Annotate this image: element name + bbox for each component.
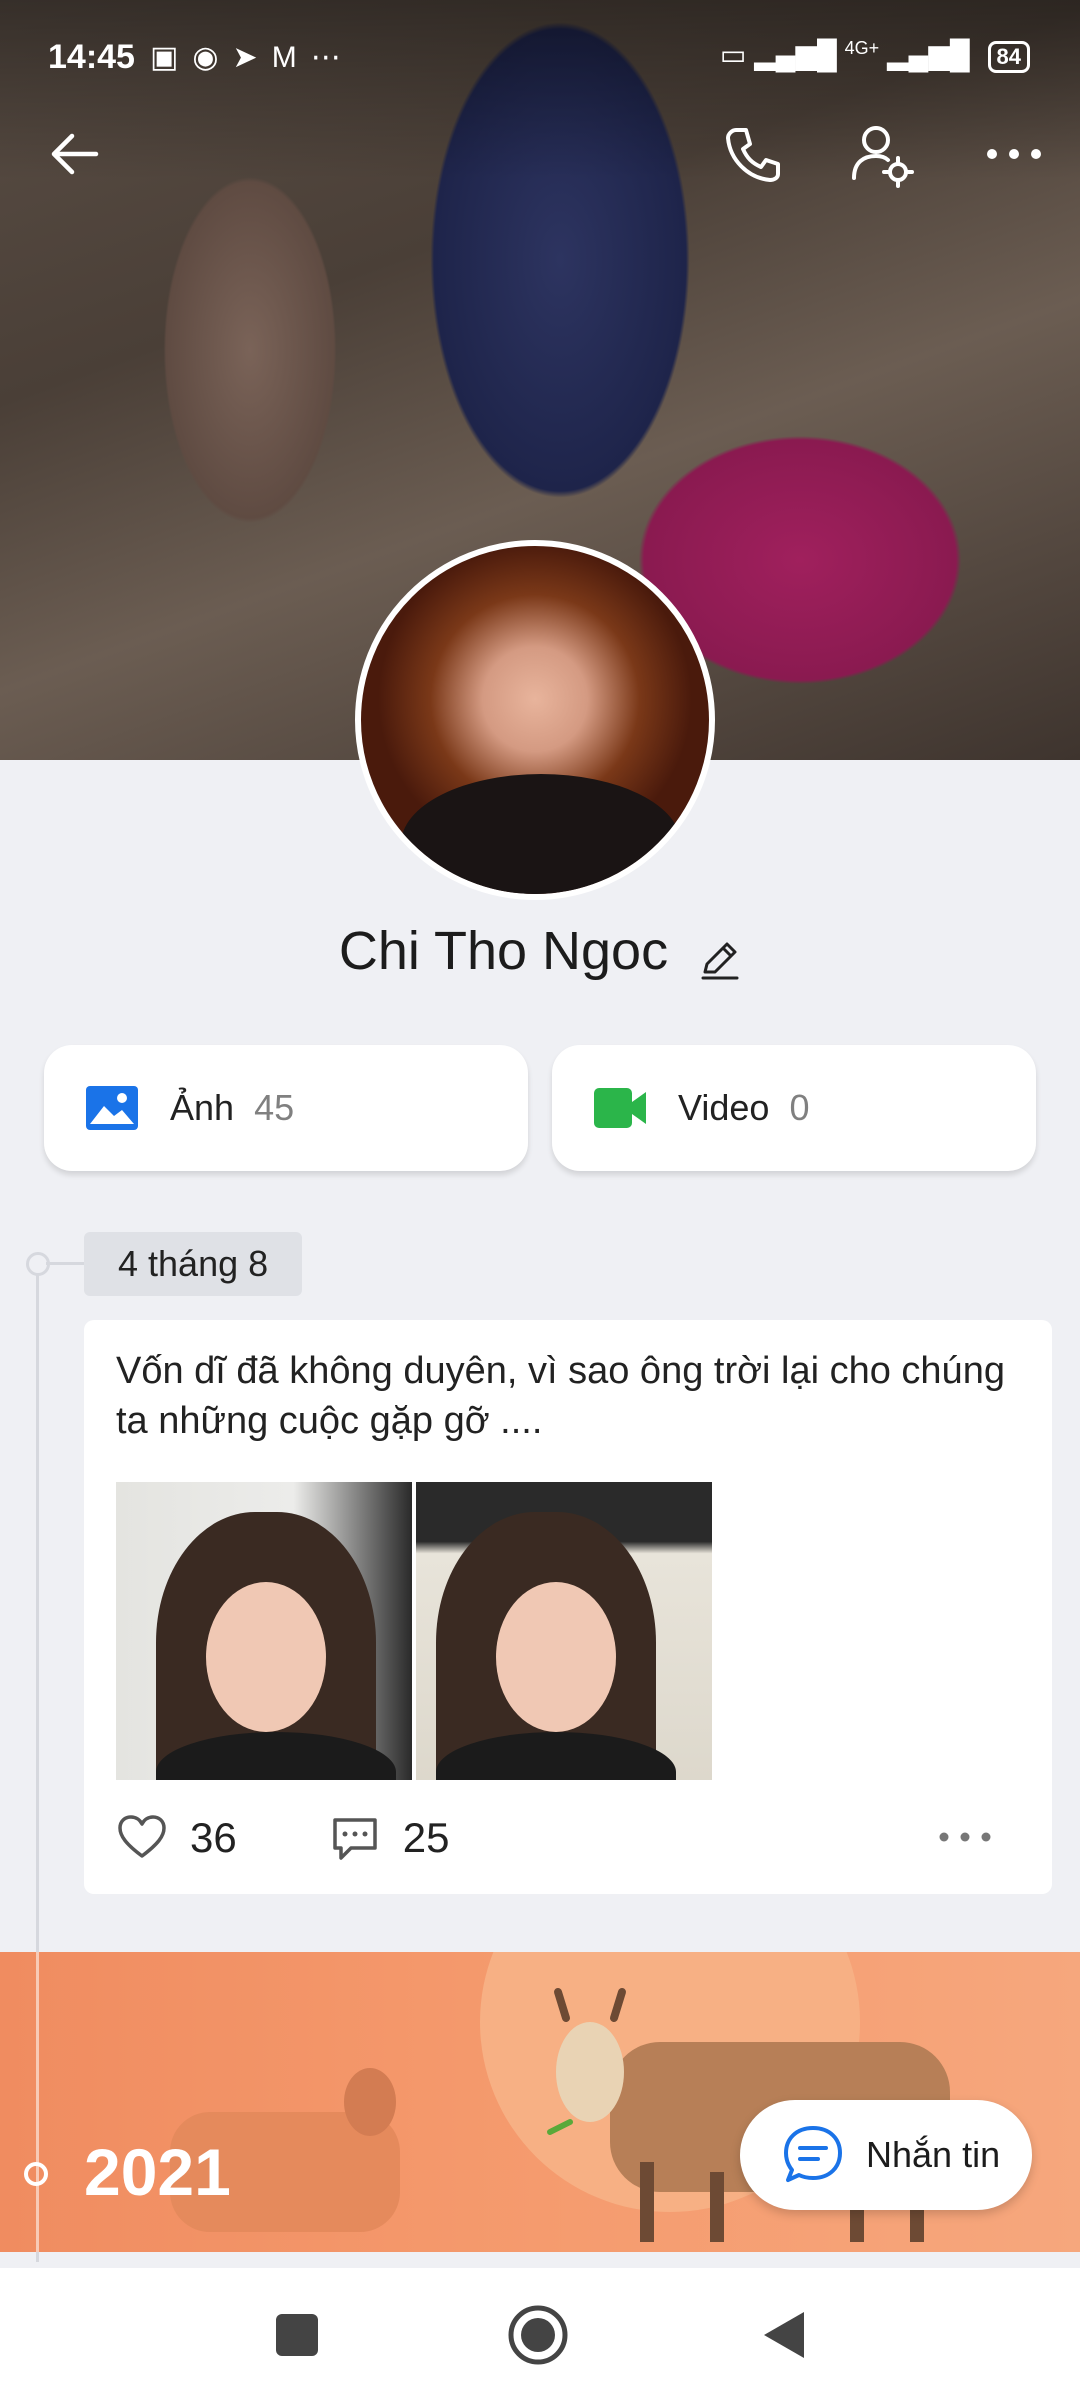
triangle-back-icon [764,2312,804,2358]
comment-count: 25 [402,1814,450,1861]
post-card[interactable]: Vốn dĩ đã không duyên, vì sao ông trời l… [84,1320,1052,1894]
signal-2-icon: ▂▄▆█ [886,39,970,70]
square-icon [276,2314,318,2356]
avatar[interactable] [355,540,715,900]
photo-1-face [206,1582,326,1732]
message-button[interactable]: Nhắn tin [740,2100,1032,2210]
videos-count: 0 [789,1087,810,1128]
user-gear-icon [852,126,914,188]
gmail-icon: M [271,41,311,74]
comment-icon[interactable] [329,1812,381,1864]
signal-icon: ▂▄▆█ [754,39,837,70]
profile-name-row: Chi Tho Ngoc [0,920,1080,982]
pencil-icon [701,942,739,980]
back-button[interactable] [40,118,112,190]
like-count: 36 [190,1814,237,1861]
timeline-branch [46,1262,86,1265]
photos-card[interactable]: Ảnh 45 [44,1045,528,1171]
telegram-icon: ➤ [232,41,272,74]
recents-button[interactable] [270,2308,324,2362]
profile-name: Chi Tho Ngoc [338,921,669,981]
photos-label: Ảnh [170,1087,235,1128]
year-label: 2021 [84,2135,231,2209]
battery-icon: 84 [987,41,1030,73]
phone-icon [726,128,780,182]
post-actions: 36 25 [116,1806,1020,1870]
videos-label: Video [678,1087,770,1128]
chat-bubble-icon [784,2126,842,2182]
notification-icons: ▣◉➤M⋯ [150,40,355,75]
back-nav-button[interactable] [758,2308,812,2362]
arrow-left-icon [51,133,99,175]
message-label: Nhắn tin [866,2134,1001,2175]
call-button[interactable] [716,118,788,190]
photo-2-face [496,1582,616,1732]
post-more-icon[interactable] [930,1812,1000,1862]
user-settings-button[interactable] [846,118,918,190]
network-label: 4G+ [844,38,880,58]
year-dot [24,2162,48,2186]
edit-name-button[interactable] [697,933,741,980]
more-dots-icon [987,149,1041,159]
date-chip: 4 tháng 8 [84,1232,303,1296]
avatar-shirt [401,774,681,894]
more-icon: ⋯ [310,41,355,74]
status-right: ▭ ▂▄▆█ 4G+ ▂▄▆█ 84 [720,38,1030,73]
briefcase-icon: ▭ [719,39,747,70]
post-photo-2[interactable] [416,1482,712,1780]
system-nav-bar [0,2268,1080,2400]
photos-count: 45 [254,1087,295,1128]
status-bar: 14:45 ▣◉➤M⋯ ▭ ▂▄▆█ 4G+ ▂▄▆█ 84 [0,0,1080,118]
year-timeline-line [36,1952,39,2252]
home-button[interactable] [505,2302,571,2368]
home-circle-icon [508,2305,568,2365]
image-icon [86,1086,138,1130]
more-button[interactable] [978,118,1050,190]
post-photo-1[interactable] [116,1482,412,1780]
video-icon [594,1088,646,1128]
nfc-icon: ▣ [150,41,193,74]
videos-card[interactable]: Video 0 [552,1045,1036,1171]
status-time: 14:45 [48,38,135,76]
post-text: Vốn dĩ đã không duyên, vì sao ông trời l… [116,1350,1005,1442]
chat-icon: ◉ [192,41,233,74]
heart-icon[interactable] [116,1812,168,1864]
